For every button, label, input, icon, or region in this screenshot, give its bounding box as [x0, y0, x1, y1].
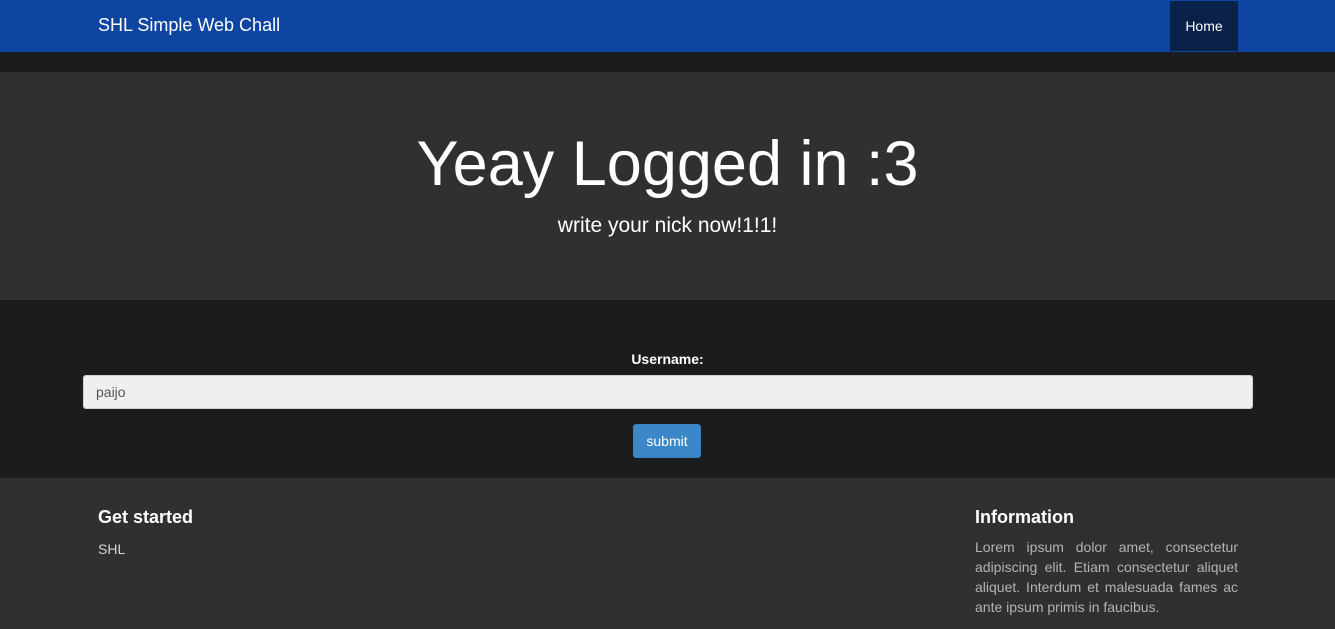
username-form: Username: submit	[0, 300, 1335, 478]
nav-home-link[interactable]: Home	[1170, 1, 1238, 51]
page-subtitle: write your nick now!1!1!	[557, 214, 778, 237]
footer-get-started-text: SHL	[98, 541, 126, 557]
footer-information-text: Lorem ipsum dolor amet, consectetur adip…	[975, 539, 1238, 615]
top-navbar: SHL Simple Web Chall Home	[0, 0, 1335, 52]
submit-button[interactable]: submit	[633, 424, 701, 458]
footer-heading-get-started: Get started	[98, 507, 194, 527]
footer-heading-information: Information	[975, 507, 1074, 527]
username-label: Username:	[631, 351, 704, 367]
page-title: Yeay Logged in :3	[416, 129, 919, 199]
username-input[interactable]	[83, 375, 1253, 409]
footer: Get started SHL Information Lorem ipsum …	[0, 478, 1335, 629]
hero-banner: Yeay Logged in :3 write your nick now!1!…	[0, 72, 1335, 300]
brand-link[interactable]: SHL Simple Web Chall	[98, 15, 280, 35]
